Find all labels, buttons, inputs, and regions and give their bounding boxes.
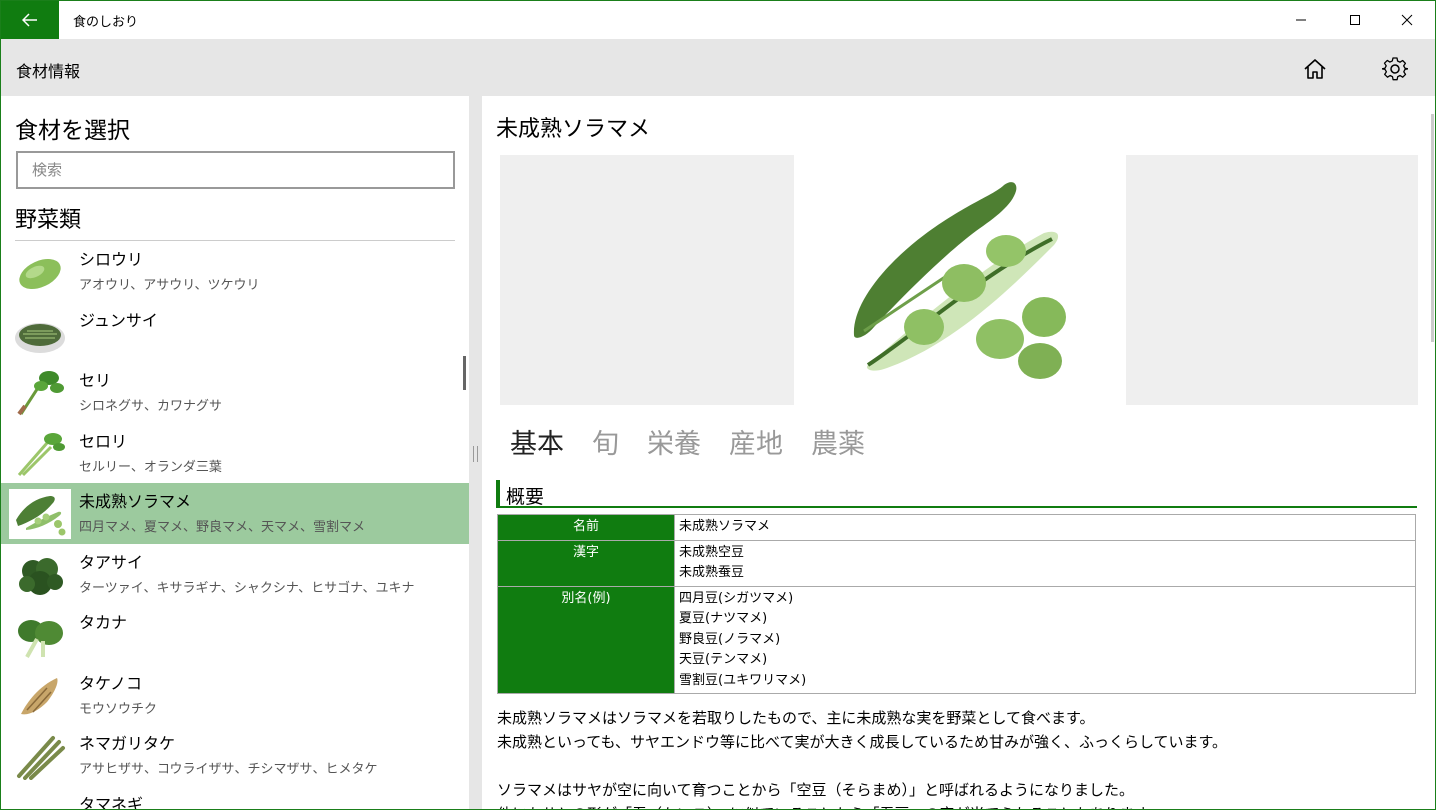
- selector-heading: 食材を選択: [15, 118, 130, 144]
- table-value: 未成熟空豆 未成熟蚕豆: [674, 539, 1416, 587]
- title-bar: 食のしおり: [1, 1, 1435, 39]
- list-item[interactable]: タケノコ モウソウチク: [1, 665, 469, 726]
- item-name: タケノコ: [79, 673, 143, 693]
- table-key: 別名(例): [497, 585, 675, 694]
- list-item[interactable]: タアサイ ターツァイ、キサラギナ、シャクシナ、ヒサゴナ、ユキナ: [1, 544, 469, 605]
- takana-icon: [9, 610, 71, 660]
- white-melon-icon: [9, 247, 71, 297]
- item-name: タマネギ: [79, 794, 144, 810]
- table-value: 未成熟ソラマメ: [674, 514, 1416, 541]
- detail-scrollbar[interactable]: [1431, 114, 1434, 342]
- value-line: 天豆(テンマメ): [679, 652, 768, 667]
- minimize-icon: [1296, 19, 1306, 21]
- tab-origin[interactable]: 産地: [729, 422, 783, 461]
- info-table: 名前 未成熟ソラマメ 漢字 未成熟空豆 未成熟蚕豆 別名(例) 四月豆(シガツマ…: [497, 514, 1416, 694]
- category-title: 野菜類: [15, 208, 82, 233]
- item-name: セロリ: [79, 431, 128, 451]
- value-line: 未成熟蚕豆: [679, 565, 745, 580]
- item-alias: モウソウチク: [79, 701, 158, 717]
- item-alias: 四月マメ、夏マメ、野良マメ、天マメ、雪割マメ: [79, 520, 366, 535]
- tab-season[interactable]: 旬: [592, 422, 619, 461]
- close-icon: [1401, 14, 1413, 26]
- maximize-button[interactable]: [1329, 1, 1381, 39]
- item-name: タアサイ: [79, 552, 144, 572]
- fava-bean-photo: [794, 155, 1126, 405]
- list-item[interactable]: ジュンサイ: [1, 302, 469, 363]
- description: 未成熟ソラマメはソラマメを若取りしたもので、主に未成熟な実を野菜として食べます。…: [497, 706, 1417, 809]
- description-line: ソラマメはサヤが空に向いて育つことから「空豆（そらまめ）」と呼ばれるようになりま…: [497, 781, 1135, 799]
- table-row: 名前 未成熟ソラマメ: [497, 514, 1416, 541]
- gear-icon: [1382, 57, 1408, 81]
- ingredient-selector: 食材を選択 野菜類 シロウリ アオウリ、アサウリ、ツケウリ ジュンサイ: [1, 96, 469, 810]
- item-alias: アサヒザサ、コウライザサ、チシマザサ、ヒメタケ: [79, 762, 378, 777]
- item-name: 未成熟ソラマメ: [79, 492, 192, 511]
- page-title: 食材情報: [16, 62, 81, 81]
- item-name: シロウリ: [79, 250, 144, 269]
- app-title: 食のしおり: [73, 15, 139, 30]
- close-button[interactable]: [1381, 1, 1433, 39]
- list-item[interactable]: タカナ: [1, 604, 469, 665]
- back-arrow-icon: [22, 13, 37, 27]
- item-alias: セルリー、オランダ三葉: [79, 459, 222, 475]
- table-key: 名前: [497, 514, 675, 541]
- description-line: 未成熟といっても、サヤエンドウ等に比べて実が大きく成長しているため甘みが強く、ふ…: [497, 733, 1228, 751]
- tatsoi-icon: [9, 550, 71, 600]
- list-item[interactable]: シロウリ アオウリ、アサウリ、ツケウリ: [1, 241, 469, 302]
- tab-pesticide[interactable]: 農薬: [811, 422, 865, 461]
- settings-button[interactable]: [1378, 52, 1412, 86]
- fava-bean-icon: [9, 489, 71, 539]
- item-name: ジュンサイ: [79, 310, 158, 330]
- tab-nutrition[interactable]: 栄養: [647, 422, 701, 461]
- search-input[interactable]: [16, 151, 455, 189]
- back-button[interactable]: [1, 1, 59, 39]
- value-line: 未成熟ソラマメ: [679, 519, 771, 534]
- table-row: 漢字 未成熟空豆 未成熟蚕豆: [497, 539, 1416, 587]
- list-item[interactable]: タマネギ: [1, 786, 469, 810]
- value-line: 未成熟空豆: [679, 544, 745, 560]
- nemagaritake-icon: [9, 731, 71, 781]
- table-value: 四月豆(シガツマメ) 夏豆(ナツマメ) 野良豆(ノラマメ) 天豆(テンマメ) 雪…: [674, 585, 1416, 694]
- grip-icon: [473, 445, 478, 462]
- tab-basic[interactable]: 基本: [510, 422, 564, 461]
- onion-icon: [9, 792, 71, 810]
- pane-splitter[interactable]: [469, 96, 482, 809]
- celery-icon: [9, 429, 71, 479]
- item-name: セリ: [79, 371, 112, 390]
- value-line: 夏豆(ナツマメ): [679, 611, 768, 626]
- table-row: 別名(例) 四月豆(シガツマメ) 夏豆(ナツマメ) 野良豆(ノラマメ) 天豆(テ…: [497, 585, 1416, 694]
- item-name: ネマガリタケ: [79, 734, 176, 753]
- list-item-selected[interactable]: 未成熟ソラマメ 四月マメ、夏マメ、野良マメ、天マメ、雪割マメ: [1, 483, 469, 544]
- list-item[interactable]: ネマガリタケ アサヒザサ、コウライザサ、チシマザサ、ヒメタケ: [1, 725, 469, 786]
- home-icon: [1304, 59, 1326, 79]
- section-title: 概要: [506, 486, 545, 508]
- detail-title: 未成熟ソラマメ: [496, 117, 651, 142]
- home-button[interactable]: [1298, 52, 1332, 86]
- item-alias: ターツァイ、キサラギナ、シャクシナ、ヒサゴナ、ユキナ: [79, 580, 415, 596]
- list-item[interactable]: セリ シロネグサ、カワナグサ: [1, 362, 469, 423]
- bamboo-shoot-icon: [9, 671, 71, 721]
- ingredient-list: シロウリ アオウリ、アサウリ、ツケウリ ジュンサイ セリ シロネグサ、カワナグサ: [1, 241, 469, 810]
- item-name: タカナ: [79, 613, 128, 632]
- minimize-button[interactable]: [1275, 1, 1327, 39]
- page-header: 食材情報: [1, 39, 1435, 96]
- value-line: 四月豆(シガツマメ): [679, 590, 794, 606]
- description-line: [497, 754, 1417, 778]
- table-key: 漢字: [497, 539, 675, 587]
- description-line: 未成熟ソラマメはソラマメを若取りしたもので、主に未成熟な実を野菜として食べます。: [497, 709, 1095, 727]
- image-frame: [500, 155, 1418, 405]
- maximize-icon: [1350, 15, 1360, 25]
- list-item[interactable]: セロリ セルリー、オランダ三葉: [1, 423, 469, 484]
- app-window: 食のしおり 食材情報 食材を選択 野菜類: [0, 0, 1436, 810]
- section-header: 概要: [496, 480, 1417, 508]
- item-alias: アオウリ、アサウリ、ツケウリ: [79, 278, 260, 293]
- list-scrollbar[interactable]: [463, 356, 466, 390]
- item-alias: シロネグサ、カワナグサ: [79, 399, 223, 414]
- value-line: 雪割豆(ユキワリマメ): [679, 672, 807, 688]
- description-line: 他にもサヤの形が「蚕（かいこ）」に似ていることから「蚕豆」の字が当てられることも…: [497, 802, 1417, 809]
- detail-pane: 未成熟ソラマメ 基本 旬 栄養 産地 農薬 概要 名前 未成熟ソラマメ 漢字 未…: [482, 96, 1435, 809]
- seri-icon: [9, 368, 71, 418]
- value-line: 野良豆(ノラマメ): [679, 631, 781, 647]
- detail-tabs: 基本 旬 栄養 産地 農薬: [510, 422, 865, 461]
- junsai-icon: [9, 308, 71, 358]
